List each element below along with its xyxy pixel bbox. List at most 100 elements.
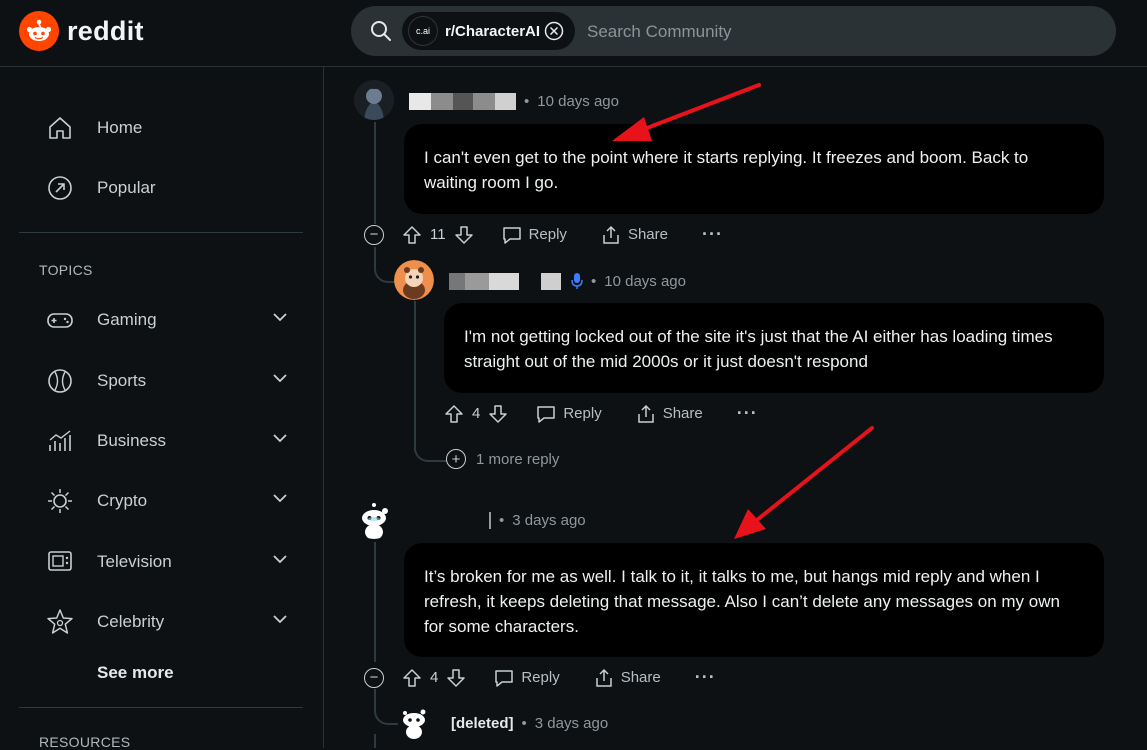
sidebar-item-home[interactable]: Home [45,108,142,148]
timestamp: 10 days ago [537,93,619,110]
redacted-username[interactable] [409,93,431,110]
more-options-icon[interactable]: ··· [702,224,723,245]
redacted-username [489,272,519,290]
comment-actions: − 4 Reply Share ··· [364,667,716,688]
search-bar[interactable]: c.ai r/CharacterAI [351,6,1116,56]
chevron-down-icon[interactable] [271,308,289,331]
share-icon [603,225,619,244]
close-icon[interactable] [544,21,564,46]
downvote-button[interactable] [446,668,466,688]
avatar[interactable] [354,80,394,120]
timestamp: 10 days ago [604,272,686,290]
reply-label: Reply [563,405,602,422]
sidebar-item-label: Crypto [97,491,148,510]
upvote-button[interactable] [444,404,464,424]
snoo-logo-icon [19,11,59,51]
tv-icon [45,547,75,577]
sidebar-item-crypto[interactable]: Crypto [45,481,295,521]
share-button[interactable]: Share [594,668,661,688]
redacted-username[interactable] [449,272,465,290]
share-button[interactable]: Share [636,404,703,424]
upvote-button[interactable] [402,225,422,245]
avatar[interactable] [354,499,394,539]
downvote-button[interactable] [488,404,508,424]
share-label: Share [627,226,668,243]
more-options-icon[interactable]: ··· [695,667,716,688]
reply-button[interactable]: Reply [494,668,560,688]
sidebar-item-business[interactable]: Business [45,421,295,461]
top-bar: reddit c.ai r/CharacterAI [0,0,1147,67]
more-options-icon[interactable]: ··· [737,403,758,424]
community-avatar: c.ai [408,16,438,46]
share-icon [595,668,612,687]
separator-dot: • [524,93,530,110]
chart-icon [45,426,75,456]
chevron-down-icon[interactable] [271,489,289,512]
redacted-username [431,93,453,110]
sidebar-item-label: Television [97,552,172,571]
comment-actions: 4 Reply Share ··· [444,403,758,424]
timestamp: 3 days ago [512,512,586,529]
avatar[interactable] [396,704,432,740]
upvote-button[interactable] [402,668,422,688]
sidebar-item-label: Popular [97,178,156,197]
search-input[interactable] [585,16,1089,48]
sidebar-item-television[interactable]: Television [45,542,295,582]
collapse-icon[interactable]: − [364,224,384,245]
home-icon [45,113,75,143]
share-button[interactable]: Share [601,225,668,245]
comment-actions: − 11 Reply Share ··· [364,224,723,245]
more-replies-label: 1 more reply [476,450,560,468]
separator-dot: • [521,715,527,732]
thread-line [374,734,376,748]
left-sidebar: Home Popular TOPICS Gaming Sports Busine… [0,67,324,750]
vote-count: 11 [430,226,446,243]
redacted-username [453,93,473,110]
sidebar-item-sports[interactable]: Sports [45,361,295,401]
comment-icon [537,405,556,423]
sidebar-item-label: Home [97,118,143,137]
redacted-username [465,272,489,290]
chevron-down-icon[interactable] [271,550,289,573]
collapse-icon[interactable]: − [364,667,384,688]
avatar[interactable] [394,260,434,300]
topics-heading[interactable]: TOPICS [39,262,93,278]
thread-line [374,542,376,662]
search-icon[interactable] [370,20,392,47]
brand-name: reddit [67,15,144,46]
popular-icon [45,173,75,203]
community-name: r/CharacterAI [445,22,541,40]
more-replies-button[interactable]: + 1 more reply [446,449,559,469]
timestamp: 3 days ago [534,715,609,732]
reply-button[interactable]: Reply [536,404,602,424]
comment-meta: [deleted] • 3 days ago [451,715,608,732]
comment-icon [495,669,514,687]
mic-icon [571,272,583,290]
chevron-down-icon[interactable] [271,610,289,633]
comment-body: I'm not getting locked out of the site i… [444,303,1104,393]
chevron-down-icon[interactable] [271,369,289,392]
redacted-username[interactable] [489,512,491,529]
redacted-username [473,93,495,110]
sidebar-item-celebrity[interactable]: Celebrity [45,602,295,642]
sports-ball-icon [45,366,75,396]
comment-text: I can't even get to the point where it s… [424,148,1029,192]
sidebar-item-label: Gaming [97,310,157,329]
see-more-link[interactable]: See more [97,663,174,683]
comment-text: I'm not getting locked out of the site i… [464,327,1053,371]
sidebar-item-label: Celebrity [97,612,165,631]
annotation-arrow [734,426,874,539]
share-label: Share [620,669,661,686]
reddit-logo[interactable]: reddit [19,11,144,51]
community-filter-chip[interactable]: c.ai r/CharacterAI [402,12,575,50]
crypto-icon [45,486,75,516]
reply-button[interactable]: Reply [502,225,567,245]
sidebar-item-gaming[interactable]: Gaming [45,300,295,340]
sidebar-divider [19,232,303,233]
username[interactable]: [deleted] [451,715,514,732]
chevron-down-icon[interactable] [271,429,289,452]
sidebar-item-popular[interactable]: Popular [45,168,156,208]
reply-label: Reply [528,226,567,243]
downvote-button[interactable] [454,225,474,245]
comment-meta: • 10 days ago [409,93,619,110]
